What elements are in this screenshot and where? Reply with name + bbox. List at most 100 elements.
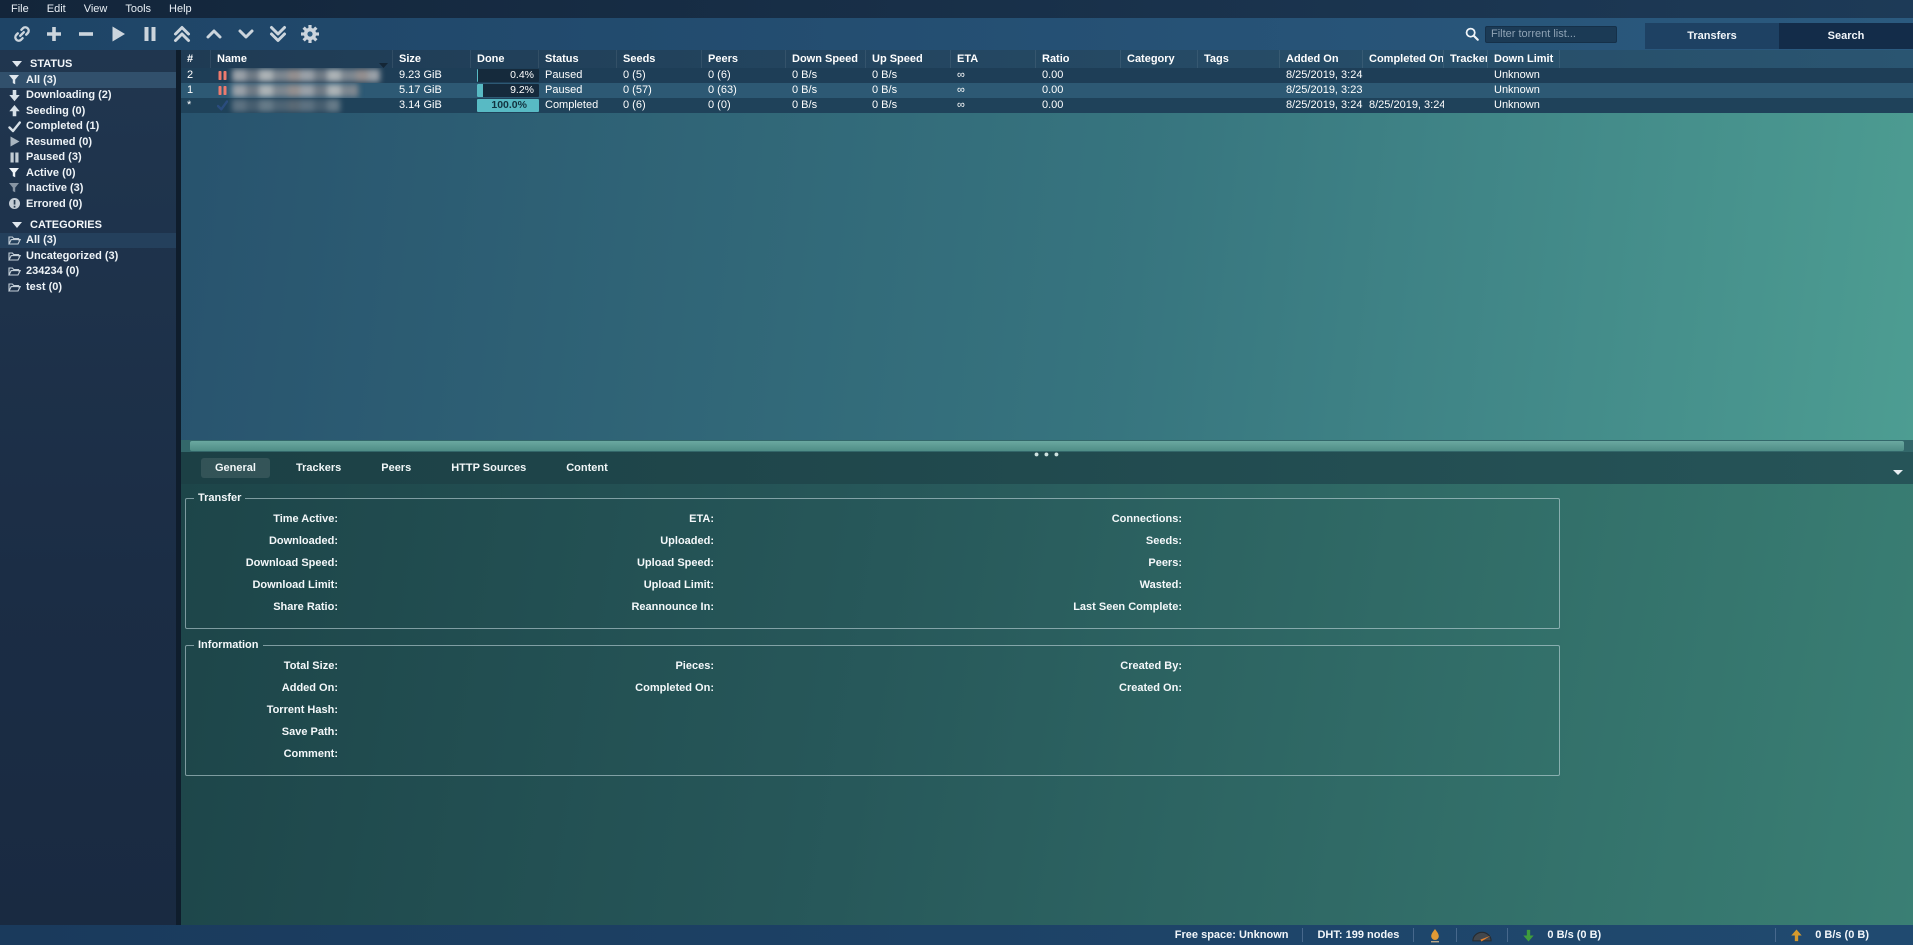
tab-content[interactable]: Content bbox=[552, 458, 622, 478]
information-fieldset: Information Total Size: Pieces: Created … bbox=[185, 639, 1560, 776]
value-wasted bbox=[1182, 574, 1559, 596]
label-share-ratio: Share Ratio: bbox=[186, 596, 338, 618]
cell-size: 9.23 GiB bbox=[393, 68, 471, 83]
cell-filler bbox=[1560, 68, 1913, 83]
cell-name bbox=[211, 83, 393, 98]
cell-peers: 0 (63) bbox=[702, 83, 786, 98]
move-down-icon[interactable] bbox=[236, 24, 256, 44]
label-seeds: Seeds: bbox=[986, 530, 1182, 552]
label-upload-speed: Upload Speed: bbox=[524, 552, 714, 574]
move-top-icon[interactable] bbox=[172, 24, 192, 44]
connection-status-icon[interactable] bbox=[1414, 925, 1456, 945]
value-seeds bbox=[1182, 530, 1559, 552]
toolbar: Transfers Search bbox=[0, 18, 1913, 50]
cell-done: 0.4% bbox=[471, 68, 539, 83]
sidebar-item-errored[interactable]: Errored (0) bbox=[0, 196, 176, 212]
column-header-category[interactable]: Category bbox=[1121, 50, 1198, 68]
cell-done: 100.0% bbox=[471, 98, 539, 113]
sidebar-category-all[interactable]: All (3) bbox=[0, 233, 176, 249]
torrent-name-redacted bbox=[232, 84, 358, 97]
value-empty bbox=[1182, 699, 1559, 721]
active-filter-icon bbox=[7, 166, 21, 179]
label-pieces: Pieces: bbox=[524, 655, 714, 677]
progress-bar: 100.0% bbox=[477, 99, 539, 112]
delete-icon[interactable] bbox=[76, 24, 96, 44]
menu-item-help[interactable]: Help bbox=[160, 0, 201, 18]
column-header-down-speed[interactable]: Down Speed bbox=[786, 50, 866, 68]
download-speed-label: 0 B/s (0 B) bbox=[1547, 929, 1601, 941]
label-created-on: Created On: bbox=[986, 677, 1182, 699]
sidebar-item-completed[interactable]: Completed (1) bbox=[0, 119, 176, 135]
sidebar-category-test[interactable]: test (0) bbox=[0, 279, 176, 295]
torrent-name-redacted bbox=[232, 99, 340, 112]
sidebar-item-resumed[interactable]: Resumed (0) bbox=[0, 134, 176, 150]
move-up-icon[interactable] bbox=[204, 24, 224, 44]
column-header-down-limit[interactable]: Down Limit bbox=[1488, 50, 1560, 68]
column-header-status[interactable]: Status bbox=[539, 50, 617, 68]
sidebar-item-status-all[interactable]: All (3) bbox=[0, 72, 176, 88]
sidebar-category-uncategorized[interactable]: Uncategorized (3) bbox=[0, 248, 176, 264]
column-header-size[interactable]: Size bbox=[393, 50, 471, 68]
tab-general[interactable]: General bbox=[201, 458, 270, 478]
value-added-on bbox=[338, 677, 524, 699]
label-uploaded: Uploaded: bbox=[524, 530, 714, 552]
torrent-row[interactable]: 1 5.17 GiB 9.2% Paused 0 (57) 0 (63) 0 B… bbox=[181, 83, 1913, 98]
add-torrent-icon[interactable] bbox=[44, 24, 64, 44]
column-header-eta[interactable]: ETA bbox=[951, 50, 1036, 68]
panel-splitter-handle[interactable]: ● ● ● bbox=[1034, 451, 1060, 457]
sidebar-item-downloading[interactable]: Downloading (2) bbox=[0, 88, 176, 104]
link-icon[interactable] bbox=[12, 24, 32, 44]
categories-section-label: CATEGORIES bbox=[30, 219, 102, 231]
cell-completed-on bbox=[1363, 68, 1444, 83]
cell-status: Paused bbox=[539, 68, 617, 83]
sidebar-category-234234[interactable]: 234234 (0) bbox=[0, 264, 176, 280]
inactive-filter-icon bbox=[7, 182, 21, 195]
value-upload-limit bbox=[714, 574, 986, 596]
column-header-peers[interactable]: Peers bbox=[702, 50, 786, 68]
torrent-table-header: # Name Size Done Status Seeds Peers Down… bbox=[181, 50, 1913, 68]
settings-icon[interactable] bbox=[300, 24, 320, 44]
sidebar-item-label: Downloading (2) bbox=[26, 89, 112, 101]
sidebar-item-seeding[interactable]: Seeding (0) bbox=[0, 103, 176, 119]
sidebar-item-active[interactable]: Active (0) bbox=[0, 165, 176, 181]
torrent-row[interactable]: 2 9.23 GiB 0.4% Paused 0 (5) 0 (6) 0 B/s… bbox=[181, 68, 1913, 83]
filter-torrent-input[interactable] bbox=[1485, 26, 1617, 43]
status-section-header[interactable]: STATUS bbox=[0, 56, 176, 72]
move-bottom-icon[interactable] bbox=[268, 24, 288, 44]
label-empty bbox=[524, 743, 714, 765]
tab-transfers[interactable]: Transfers bbox=[1645, 23, 1779, 49]
pause-icon[interactable] bbox=[140, 24, 160, 44]
column-header-tags[interactable]: Tags bbox=[1198, 50, 1280, 68]
label-wasted: Wasted: bbox=[986, 574, 1182, 596]
global-upload-speed[interactable]: 0 B/s (0 B) bbox=[1776, 925, 1883, 945]
menu-item-edit[interactable]: Edit bbox=[38, 0, 75, 18]
menu-item-view[interactable]: View bbox=[75, 0, 117, 18]
resume-icon[interactable] bbox=[108, 24, 128, 44]
column-header-tracker[interactable]: Tracker bbox=[1444, 50, 1488, 68]
torrent-row[interactable]: * 3.14 GiB 100.0% Completed 0 (6) 0 (0) … bbox=[181, 98, 1913, 113]
column-header-added-on[interactable]: Added On bbox=[1280, 50, 1363, 68]
progress-bar: 9.2% bbox=[477, 84, 539, 97]
tab-search[interactable]: Search bbox=[1779, 23, 1913, 49]
column-header-seeds[interactable]: Seeds bbox=[617, 50, 702, 68]
tab-http-sources[interactable]: HTTP Sources bbox=[437, 458, 540, 478]
menu-item-tools[interactable]: Tools bbox=[116, 0, 160, 18]
tab-trackers[interactable]: Trackers bbox=[282, 458, 355, 478]
tab-peers[interactable]: Peers bbox=[367, 458, 425, 478]
column-header-done[interactable]: Done bbox=[471, 50, 539, 68]
sidebar-item-inactive[interactable]: Inactive (3) bbox=[0, 181, 176, 197]
sidebar-item-paused[interactable]: Paused (3) bbox=[0, 150, 176, 166]
column-header-completed-on[interactable]: Completed On bbox=[1363, 50, 1444, 68]
filter-icon bbox=[7, 73, 21, 86]
cell-category bbox=[1121, 68, 1198, 83]
column-header-priority[interactable]: # bbox=[181, 50, 211, 68]
column-header-up-speed[interactable]: Up Speed bbox=[866, 50, 951, 68]
collapse-panel-icon[interactable] bbox=[1893, 462, 1903, 480]
column-header-name[interactable]: Name bbox=[211, 50, 393, 68]
free-space-status: Free space: Unknown bbox=[1161, 925, 1303, 945]
alt-speed-limits-icon[interactable] bbox=[1457, 925, 1507, 945]
menu-item-file[interactable]: File bbox=[2, 0, 38, 18]
categories-section-header[interactable]: CATEGORIES bbox=[0, 217, 176, 233]
column-header-ratio[interactable]: Ratio bbox=[1036, 50, 1121, 68]
global-download-speed[interactable]: 0 B/s (0 B) bbox=[1508, 925, 1615, 945]
